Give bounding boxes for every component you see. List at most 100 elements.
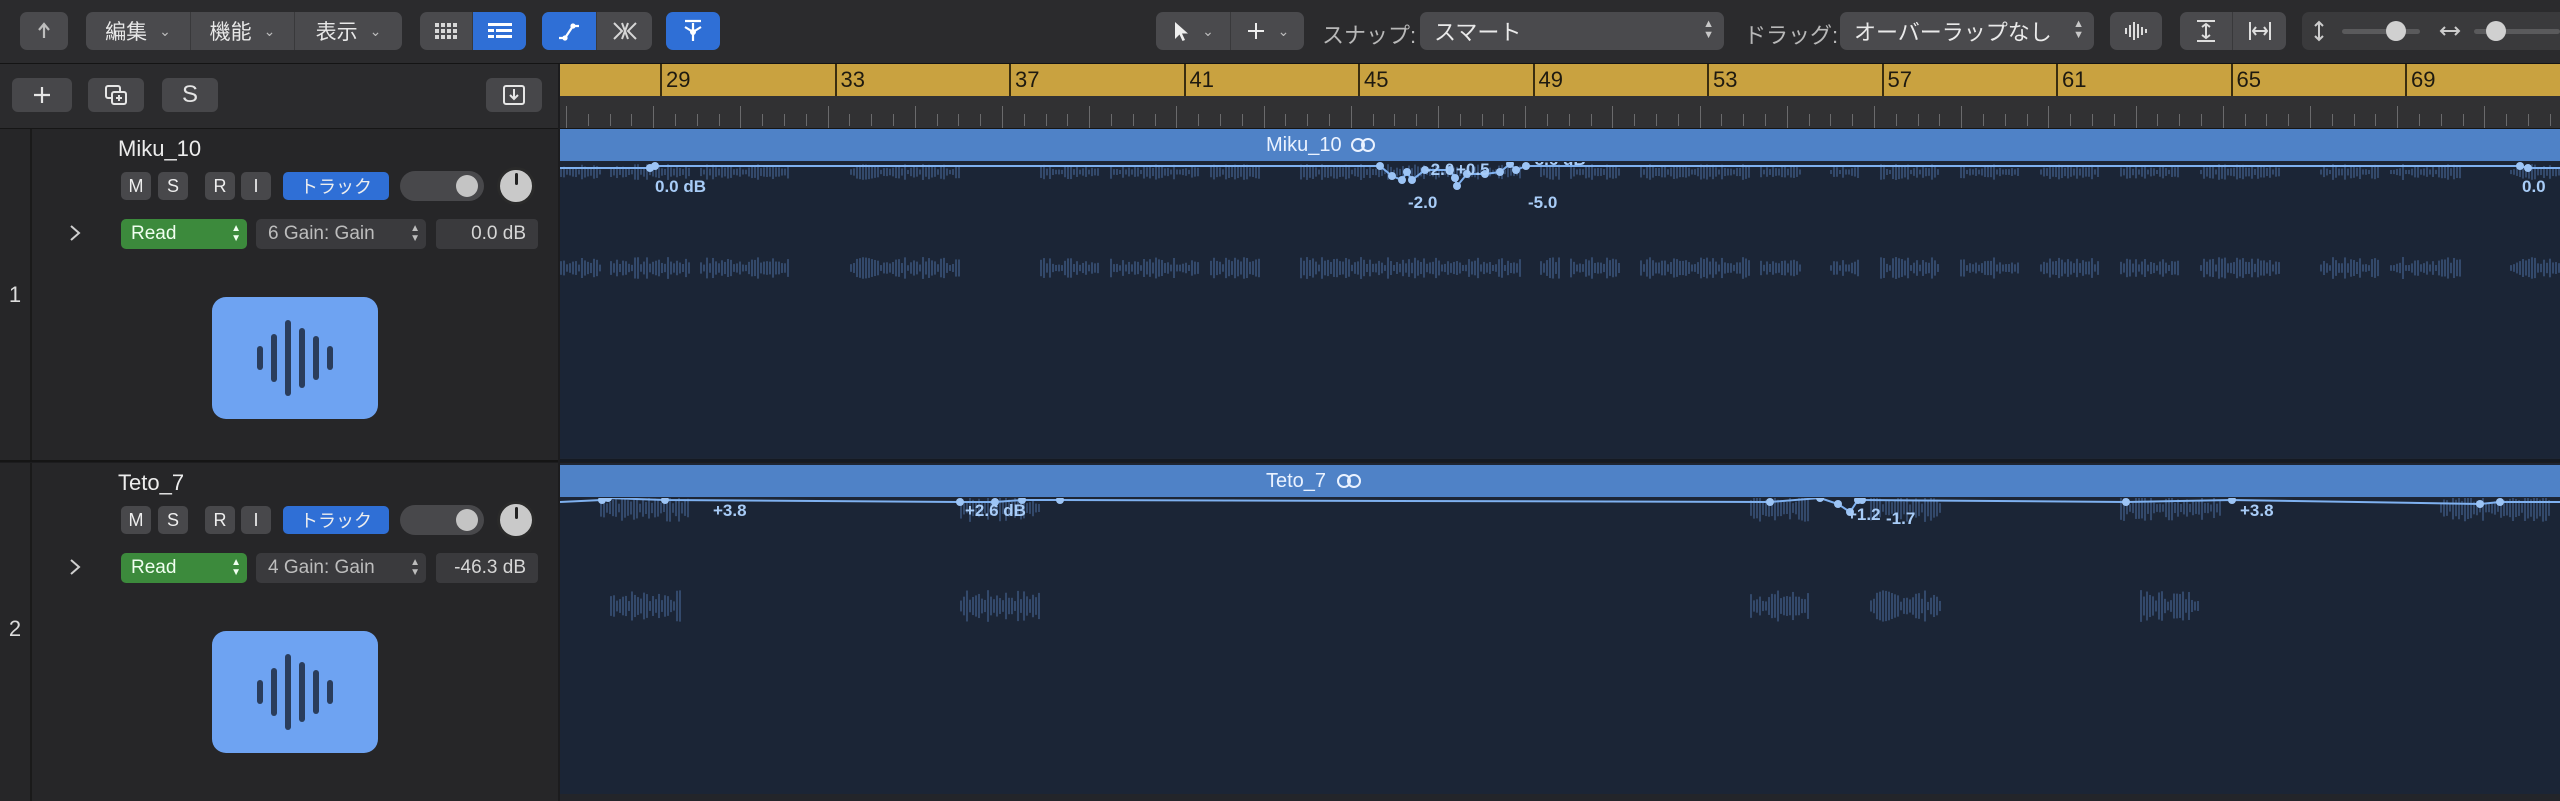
- waveform-sample: [2251, 165, 2253, 179]
- horizontal-fit-button[interactable]: [2232, 12, 2286, 50]
- track-mode-button[interactable]: トラック: [283, 506, 389, 534]
- mute-button[interactable]: M: [121, 506, 151, 534]
- solo-button[interactable]: S: [158, 506, 188, 534]
- track-on-off-toggle[interactable]: [400, 171, 484, 201]
- disclosure-triangle-icon[interactable]: [68, 557, 82, 577]
- track-icon[interactable]: [212, 631, 378, 753]
- automation-node[interactable]: [1403, 168, 1411, 176]
- horizontal-zoom-slider[interactable]: [2486, 21, 2506, 41]
- ruler-tick: [1394, 114, 1395, 126]
- edit-menu[interactable]: 編集 ⌄: [86, 12, 190, 50]
- drag-popup[interactable]: オーバーラップなし ▲ ▼: [1840, 12, 2094, 50]
- automation-node[interactable]: [2496, 498, 2504, 506]
- timeline-ruler[interactable]: 29 33 37 41 45 49 53 57 61 65 69: [560, 64, 2560, 129]
- waveform-sample: [655, 599, 657, 613]
- solo-button[interactable]: S: [158, 172, 188, 200]
- automation-node[interactable]: [956, 498, 964, 506]
- bar-number: 37: [1015, 67, 1040, 92]
- waveform-sample: [1176, 264, 1178, 272]
- automation-button[interactable]: [542, 12, 596, 50]
- waveform-sample: [2132, 263, 2134, 273]
- input-monitor-button[interactable]: I: [241, 172, 271, 200]
- automation-value-field[interactable]: 0.0 dB: [436, 219, 538, 249]
- mute-button[interactable]: M: [121, 172, 151, 200]
- waveform-sample: [2233, 262, 2235, 274]
- pointer-tool-menu[interactable]: ⌄: [1156, 12, 1230, 50]
- automation-node[interactable]: [1496, 168, 1504, 176]
- automation-node[interactable]: [1766, 498, 1774, 506]
- automation-node[interactable]: [1376, 162, 1384, 170]
- waveform-sample: [2076, 165, 2078, 179]
- waveform-sample: [1432, 261, 1434, 275]
- duplicate-track-button[interactable]: [88, 78, 144, 112]
- global-solo-button[interactable]: S: [162, 78, 218, 112]
- waveform-sample: [2017, 262, 2019, 274]
- waveform-sample: [1046, 168, 1048, 176]
- automation-node[interactable]: [1453, 182, 1461, 190]
- automation-node[interactable]: [1056, 498, 1064, 504]
- waveform-sample: [949, 169, 951, 175]
- track-header-1[interactable]: 1 Miku_10 M S R I トラック Read ▲ ▼ 6 Gain: G…: [0, 129, 558, 462]
- audio-region[interactable]: +4.8 dB+3.8+2.6+2.6 dB+3.8+4.7 dB+4.8+1.…: [560, 498, 2560, 794]
- catch-button[interactable]: [666, 12, 720, 50]
- automation-node[interactable]: [1834, 500, 1842, 508]
- automation-node[interactable]: [2524, 164, 2532, 172]
- automation-mode-popup[interactable]: Read ▲ ▼: [121, 219, 247, 249]
- automation-node[interactable]: [1398, 176, 1406, 184]
- automation-node[interactable]: [1816, 498, 1824, 502]
- waveform-zoom-button[interactable]: [2110, 12, 2162, 50]
- waveform-sample: [1830, 169, 1832, 175]
- automation-parameter-popup[interactable]: 4 Gain: Gain ▲ ▼: [256, 553, 426, 583]
- view-menu[interactable]: 表示 ⌄: [294, 12, 402, 50]
- snap-popup[interactable]: スマート ▲ ▼: [1420, 12, 1724, 50]
- automation-node[interactable]: [651, 162, 659, 170]
- waveform-sample: [1064, 166, 1066, 178]
- waveform-sample: [1023, 591, 1025, 621]
- automation-mode-popup[interactable]: Read ▲ ▼: [121, 553, 247, 583]
- volume-knob[interactable]: [497, 167, 535, 205]
- input-monitor-button[interactable]: I: [241, 506, 271, 534]
- flex-button[interactable]: [596, 12, 652, 50]
- list-view-button[interactable]: [472, 12, 526, 50]
- grid-view-button[interactable]: [420, 12, 472, 50]
- automation-node[interactable]: [1512, 166, 1520, 174]
- track-icon[interactable]: [212, 297, 378, 419]
- automation-node[interactable]: [2122, 498, 2130, 506]
- automation-node[interactable]: [1388, 172, 1396, 180]
- waveform-sample: [1061, 169, 1063, 175]
- audio-region[interactable]: 0.0 dB-2.0-2.0+0.5-8.6 dB-5.00.0: [560, 162, 2560, 458]
- cycle-area[interactable]: 29 33 37 41 45 49 53 57 61 65 69: [560, 64, 2560, 96]
- vertical-fit-button[interactable]: [2180, 12, 2232, 50]
- import-button[interactable]: [486, 78, 542, 112]
- track-header-2[interactable]: 2 Teto_7 M S R I トラック Read ▲ ▼ 4 Gain: Ga…: [0, 463, 558, 801]
- record-enable-button[interactable]: R: [205, 506, 235, 534]
- waveform-sample: [1396, 262, 1398, 274]
- secondary-tool-menu[interactable]: ⌄: [1230, 12, 1304, 50]
- vertical-zoom-slider[interactable]: [2386, 21, 2406, 41]
- waveform-sample: [913, 260, 915, 276]
- track-mode-button[interactable]: トラック: [283, 172, 389, 200]
- add-track-button[interactable]: [12, 78, 72, 112]
- region-header[interactable]: Teto_7: [560, 465, 2560, 497]
- functions-menu[interactable]: 機能 ⌄: [190, 12, 294, 50]
- automation-node[interactable]: [2476, 500, 2484, 508]
- waveform-sample: [1772, 261, 1774, 275]
- ruler-tick: [1416, 114, 1417, 126]
- track-on-off-toggle[interactable]: [400, 505, 484, 535]
- volume-knob[interactable]: [497, 501, 535, 539]
- record-enable-button[interactable]: R: [205, 172, 235, 200]
- waveform-sample: [1924, 590, 1926, 622]
- automation-parameter-popup[interactable]: 6 Gain: Gain ▲ ▼: [256, 219, 426, 249]
- up-arrow-button[interactable]: [20, 12, 68, 50]
- waveform-sample: [931, 166, 933, 178]
- automation-value-field[interactable]: -46.3 dB: [436, 553, 538, 583]
- region-header[interactable]: Miku_10: [560, 129, 2560, 161]
- automation-node[interactable]: [2516, 162, 2524, 170]
- automation-node[interactable]: [1408, 176, 1416, 184]
- disclosure-triangle-icon[interactable]: [68, 223, 82, 243]
- automation-node[interactable]: [2228, 498, 2236, 504]
- waveform-sample: [1381, 262, 1383, 274]
- waveform-sample: [1931, 257, 1933, 279]
- track-name[interactable]: Teto_7: [118, 470, 184, 496]
- track-name[interactable]: Miku_10: [118, 136, 201, 162]
